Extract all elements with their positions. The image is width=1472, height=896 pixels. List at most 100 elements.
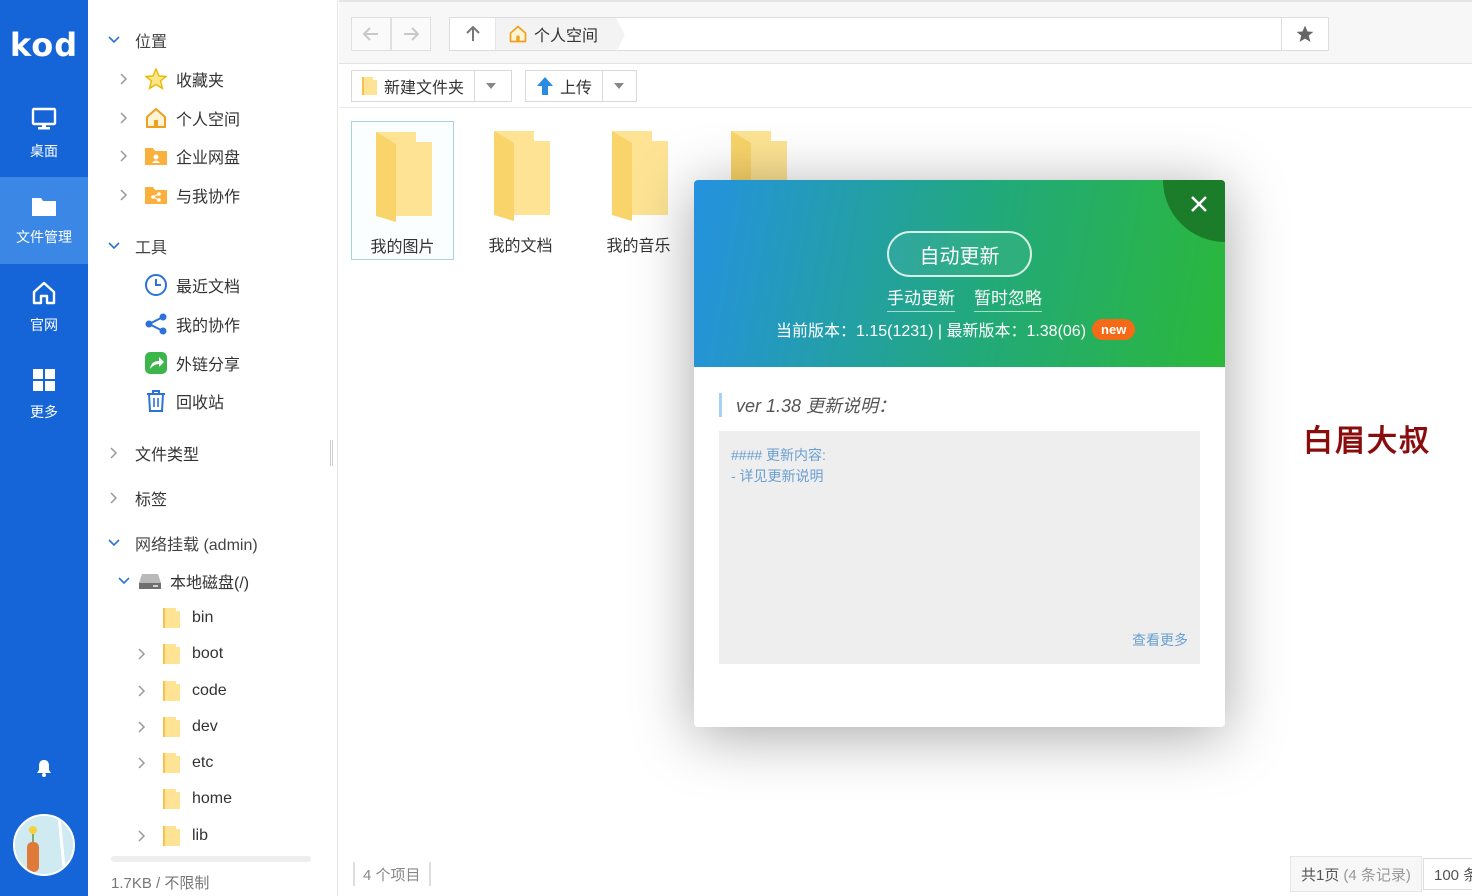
chevron-right-icon <box>108 447 120 459</box>
upload-button[interactable]: 上传 <box>525 70 637 102</box>
release-note-line: #### 更新内容: <box>731 447 826 463</box>
tree-item-local-disk[interactable]: 本地磁盘(/) <box>118 566 249 596</box>
close-button[interactable] <box>1185 190 1213 218</box>
bell-icon[interactable] <box>34 758 54 778</box>
tree-item-label: home <box>192 790 233 807</box>
rail-label: 文件管理 <box>16 228 72 245</box>
close-icon <box>1191 196 1207 212</box>
back-button[interactable] <box>351 17 391 51</box>
tree-item-label: 本地磁盘(/) <box>170 575 250 592</box>
chevron-down-icon <box>118 575 130 587</box>
tree-item-label: 最近文档 <box>176 279 241 296</box>
arrow-right-icon <box>404 27 419 41</box>
tree-item-favorites[interactable]: 收藏夹 <box>118 64 224 94</box>
tree-item-recent[interactable]: 最近文档 <box>118 270 240 300</box>
tree-item-dir[interactable]: bin <box>136 603 213 633</box>
app-rail: kod 桌面 文件管理 官网 更多 <box>0 0 88 896</box>
toolbar: 新建文件夹 上传 <box>339 64 1472 108</box>
tree-item-link-share[interactable]: 外链分享 <box>118 348 240 378</box>
file-item[interactable]: 我的文档 <box>469 121 572 260</box>
tree-item-dir[interactable]: home <box>136 784 232 814</box>
file-item[interactable]: 我的图片 <box>351 121 454 260</box>
folder-icon <box>160 787 184 811</box>
trash-icon <box>144 389 168 413</box>
forward-button[interactable] <box>391 17 431 51</box>
tree-item-label: 外链分享 <box>176 357 241 374</box>
share-folder-icon <box>144 183 168 207</box>
section-location[interactable]: 位置 <box>108 25 167 55</box>
tree-item-recycle-bin[interactable]: 回收站 <box>118 386 224 416</box>
file-name: 我的文档 <box>488 238 553 255</box>
section-file-types[interactable]: 文件类型 <box>108 438 199 468</box>
home-icon <box>144 106 168 130</box>
avatar[interactable] <box>13 814 75 876</box>
breadcrumb[interactable]: 个人空间 <box>496 18 626 52</box>
chevron-right-icon <box>118 150 130 162</box>
app-logo[interactable]: kod <box>0 0 88 90</box>
section-network-mount[interactable]: 网络挂载 (admin) <box>108 528 258 558</box>
rail-label: 更多 <box>30 403 58 420</box>
clock-icon <box>144 273 168 297</box>
tree-item-personal-space[interactable]: 个人空间 <box>118 103 240 133</box>
rail-label: 官网 <box>30 316 58 333</box>
folder-icon <box>32 197 56 216</box>
new-badge: new <box>1092 318 1136 340</box>
chevron-down-icon <box>108 240 120 252</box>
tree-item-label: code <box>192 682 227 699</box>
share-nodes-icon <box>144 312 168 336</box>
tree-item-shared-with-me[interactable]: 与我协作 <box>118 180 240 210</box>
tree-item-enterprise-disk[interactable]: 企业网盘 <box>118 141 240 171</box>
dialog-header: 自动更新 手动更新 暂时忽略 当前版本：1.15(1231) | 最新版本：1.… <box>694 180 1225 367</box>
pager-pages: 共1页 <box>1301 866 1340 884</box>
tree-item-label: 回收站 <box>176 395 225 412</box>
chevron-down-icon <box>108 537 120 549</box>
chevron-right-icon <box>108 492 120 504</box>
auto-update-button[interactable]: 自动更新 <box>887 231 1032 277</box>
up-button[interactable] <box>450 18 496 50</box>
tree-item-label: bin <box>192 609 214 626</box>
favorite-button[interactable] <box>1281 17 1329 51</box>
tree-item-dir[interactable]: etc <box>136 748 213 778</box>
quota-bar <box>111 856 311 862</box>
chevron-right-icon <box>136 648 148 660</box>
new-folder-button[interactable]: 新建文件夹 <box>351 70 512 102</box>
file-item[interactable]: 我的音乐 <box>587 121 690 260</box>
grid-icon <box>33 368 55 391</box>
arrow-left-icon <box>363 27 378 41</box>
tree-item-label: lib <box>192 827 209 844</box>
rail-item-website[interactable]: 官网 <box>0 264 88 351</box>
section-title: 文件类型 <box>135 447 200 464</box>
tree-item-dir[interactable]: code <box>136 676 227 706</box>
new-folder-label: 新建文件夹 <box>384 80 465 97</box>
section-tags[interactable]: 标签 <box>108 483 167 513</box>
rail-item-more[interactable]: 更多 <box>0 351 88 438</box>
page-size-select[interactable]: 100 条 <box>1423 858 1472 890</box>
resize-handle[interactable] <box>330 440 333 466</box>
manual-update-link[interactable]: 手动更新 <box>887 284 955 312</box>
rail-item-file-manager[interactable]: 文件管理 <box>0 177 88 264</box>
folder-icon <box>160 642 184 666</box>
section-tools[interactable]: 工具 <box>108 231 167 261</box>
home-icon <box>509 25 527 43</box>
folder-icon <box>160 606 184 630</box>
chevron-right-icon <box>136 757 148 769</box>
tree-item-label: boot <box>192 645 224 662</box>
tree-item-dir[interactable]: lib <box>136 821 208 851</box>
monitor-icon <box>31 107 57 129</box>
star-icon <box>1296 25 1314 42</box>
tree-item-dir[interactable]: boot <box>136 639 223 669</box>
tree-item-my-collab[interactable]: 我的协作 <box>118 309 240 339</box>
upload-dropdown[interactable] <box>602 71 634 101</box>
ignore-link[interactable]: 暂时忽略 <box>974 284 1042 312</box>
section-title: 位置 <box>135 34 168 51</box>
new-folder-dropdown[interactable] <box>474 71 506 101</box>
version-info: 当前版本：1.15(1231) | 最新版本：1.38(06) new <box>776 317 1136 341</box>
tree-sidebar: 位置 收藏夹 个人空间 企业网盘 与我协作 工具 最近文档 我的协作 外链分享 <box>88 0 338 896</box>
section-title: 网络挂载 (admin) <box>135 537 258 554</box>
address-bar[interactable]: 个人空间 <box>449 17 1329 52</box>
view-more-link[interactable]: 查看更多 <box>1132 630 1188 650</box>
tree-item-label: 收藏夹 <box>176 73 225 90</box>
rail-item-desktop[interactable]: 桌面 <box>0 90 88 177</box>
tree-item-dir[interactable]: dev <box>136 712 218 742</box>
section-title: 工具 <box>135 240 168 257</box>
